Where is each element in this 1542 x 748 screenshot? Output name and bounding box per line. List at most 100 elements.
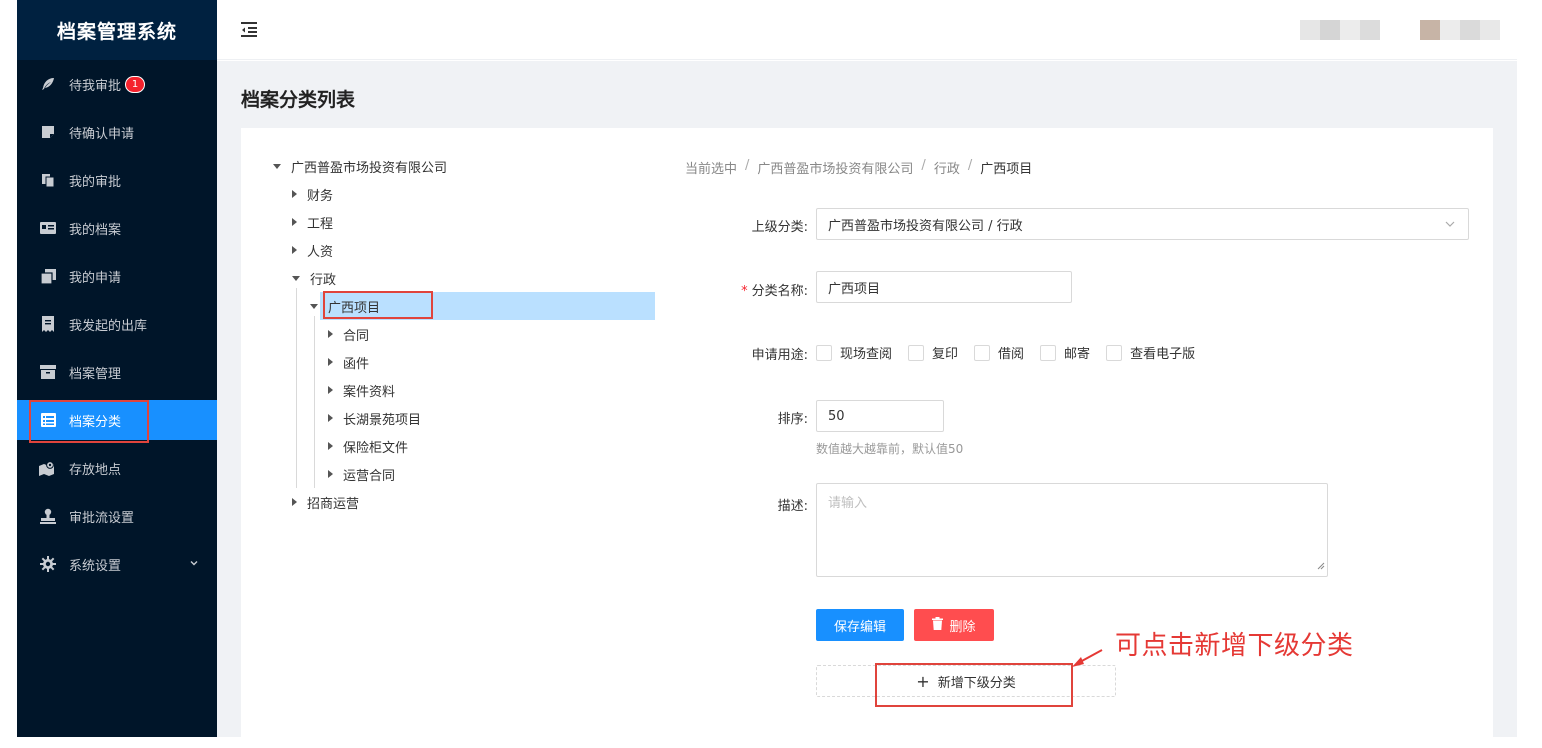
sidebar-item-pending-approval[interactable]: 待我审批 1 xyxy=(17,64,217,104)
sort-label: 排序: xyxy=(777,412,808,427)
tree-node-contract[interactable]: 合同 xyxy=(328,320,369,348)
stamp-icon xyxy=(39,507,57,525)
sidebar-item-approval-flow[interactable]: 审批流设置 xyxy=(17,496,217,536)
caret-right-icon[interactable] xyxy=(328,470,333,478)
delete-button[interactable]: 删除 xyxy=(914,609,994,641)
sidebar-item-storage-location[interactable]: 存放地点 xyxy=(17,448,217,488)
sidebar-item-my-approvals[interactable]: 我的审批 xyxy=(17,160,217,200)
usage-mail-checkbox[interactable]: 邮寄 xyxy=(1040,343,1090,362)
sort-hint: 数值越大越靠前，默认值50 xyxy=(816,442,964,456)
caret-right-icon[interactable] xyxy=(292,246,297,254)
breadcrumb-item: 广西项目 xyxy=(980,162,1033,177)
tree-node-case-materials[interactable]: 案件资料 xyxy=(328,376,395,404)
tree-node-safe-files[interactable]: 保险柜文件 xyxy=(328,432,408,460)
id-card-icon xyxy=(39,219,57,237)
blurred-user-info xyxy=(1300,20,1380,40)
sidebar-item-label: 待确认申请 xyxy=(69,126,135,142)
breadcrumb: 当前选中 / 广西普盈市场投资有限公司 / 行政 / 广西项目 xyxy=(685,158,1033,177)
sidebar-item-archive-management[interactable]: 档案管理 xyxy=(17,352,217,392)
tree-node-hr[interactable]: 人资 xyxy=(292,236,333,264)
copy-icon xyxy=(39,171,57,189)
sidebar-item-label: 档案分类 xyxy=(69,414,122,430)
sidebar-item-label: 档案管理 xyxy=(69,366,122,382)
usage-borrow-checkbox[interactable]: 借阅 xyxy=(974,343,1024,362)
caret-right-icon[interactable] xyxy=(292,498,297,506)
tree-guide-line xyxy=(314,316,315,488)
page-title: 档案分类列表 xyxy=(241,89,356,111)
tree-node-guangxi-project[interactable]: 广西项目 xyxy=(310,292,380,320)
usage-copy-checkbox[interactable]: 复印 xyxy=(908,343,958,362)
caret-right-icon[interactable] xyxy=(328,414,333,422)
caret-right-icon[interactable] xyxy=(328,358,333,366)
resize-grip-icon[interactable] xyxy=(1317,559,1325,574)
sidebar-item-label: 我发起的出库 xyxy=(69,318,148,334)
category-name-input[interactable]: 广西项目 xyxy=(816,271,1072,303)
tree-node-changhu-project[interactable]: 长湖景苑项目 xyxy=(328,404,421,432)
category-tree: 广西普盈市场投资有限公司 财务 工程 人资 行政 广西项目 合同 函件 案件资料… xyxy=(241,128,681,728)
menu-fold-icon[interactable] xyxy=(239,19,261,41)
avatar[interactable] xyxy=(1420,20,1500,40)
sidebar-item-label: 存放地点 xyxy=(69,462,122,478)
annotation-arrow-icon xyxy=(1072,649,1103,667)
sidebar-item-archive-category[interactable]: 档案分类 xyxy=(17,400,217,440)
tree-node-finance[interactable]: 财务 xyxy=(292,180,333,208)
sidebar-item-my-archives[interactable]: 我的档案 xyxy=(17,208,217,248)
plus-icon: + xyxy=(916,671,930,691)
tree-guide-line xyxy=(296,288,297,488)
sidebar: 档案管理系统 待我审批 1 待确认申请 我的审批 我的档案 我的申请 我发起的出… xyxy=(17,0,217,737)
usage-onsite-checkbox[interactable]: 现场查阅 xyxy=(816,343,892,362)
tree-node-admin[interactable]: 行政 xyxy=(292,264,336,292)
sidebar-item-label: 我的申请 xyxy=(69,270,122,286)
caret-down-icon[interactable] xyxy=(310,303,318,309)
annotation-text: 可点击新增下级分类 xyxy=(1115,631,1354,661)
caret-down-icon[interactable] xyxy=(292,275,300,281)
receipt-icon xyxy=(39,315,57,333)
tree-node-investment[interactable]: 招商运营 xyxy=(292,488,359,516)
sidebar-item-pending-confirm[interactable]: 待确认申请 xyxy=(17,112,217,152)
sidebar-item-system-settings[interactable]: 系统设置 xyxy=(17,544,217,584)
trash-icon xyxy=(932,616,944,634)
tree-node-root[interactable]: 广西普盈市场投资有限公司 xyxy=(273,152,447,180)
sort-input[interactable]: 50 xyxy=(816,400,944,432)
app: 档案管理系统 待我审批 1 待确认申请 我的审批 我的档案 我的申请 我发起的出… xyxy=(0,0,1542,748)
parent-category-select[interactable]: 广西普盈市场投资有限公司 / 行政 xyxy=(816,208,1469,240)
top-header xyxy=(217,0,1517,60)
sidebar-item-my-applications[interactable]: 我的申请 xyxy=(17,256,217,296)
caret-right-icon[interactable] xyxy=(292,218,297,226)
chevron-down-icon xyxy=(1444,218,1456,234)
save-edit-button[interactable]: 保存编辑 xyxy=(816,609,904,641)
feather-icon xyxy=(39,75,57,93)
chevron-down-icon[interactable] xyxy=(189,557,199,572)
parent-category-label: 上级分类: xyxy=(751,220,808,235)
breadcrumb-item[interactable]: 广西普盈市场投资有限公司 xyxy=(757,158,913,177)
map-icon xyxy=(39,459,57,477)
breadcrumb-item[interactable]: 行政 xyxy=(934,158,960,177)
sidebar-item-label: 我的审批 xyxy=(69,174,122,190)
usage-label: 申请用途: xyxy=(751,348,808,363)
tree-node-engineering[interactable]: 工程 xyxy=(292,208,333,236)
sidebar-item-label: 审批流设置 xyxy=(69,510,135,526)
sidebar-item-my-outbound[interactable]: 我发起的出库 xyxy=(17,304,217,344)
description-textarea[interactable]: 请输入 xyxy=(816,483,1328,577)
sidebar-item-label: 我的档案 xyxy=(69,222,122,238)
category-name-label: * 分类名称: xyxy=(741,284,808,299)
caret-right-icon[interactable] xyxy=(328,330,333,338)
archive-icon xyxy=(39,363,57,381)
clone-icon xyxy=(39,267,57,285)
sidebar-item-label: 待我审批 xyxy=(69,78,122,94)
caret-right-icon[interactable] xyxy=(328,442,333,450)
caret-right-icon[interactable] xyxy=(328,386,333,394)
gear-icon xyxy=(39,555,57,573)
usage-checkbox-group: 现场查阅 复印 借阅 邮寄 查看电子版 xyxy=(816,343,1211,362)
app-title: 档案管理系统 xyxy=(17,0,217,60)
caret-down-icon[interactable] xyxy=(273,163,281,169)
usage-electronic-checkbox[interactable]: 查看电子版 xyxy=(1106,343,1195,362)
pending-count-badge: 1 xyxy=(125,75,146,93)
tree-node-operation-contract[interactable]: 运营合同 xyxy=(328,460,395,488)
tree-node-letters[interactable]: 函件 xyxy=(328,348,369,376)
note-icon xyxy=(39,123,57,141)
description-label: 描述: xyxy=(777,499,808,514)
list-icon xyxy=(39,411,57,429)
caret-right-icon[interactable] xyxy=(292,190,297,198)
sidebar-item-label: 系统设置 xyxy=(69,558,122,574)
